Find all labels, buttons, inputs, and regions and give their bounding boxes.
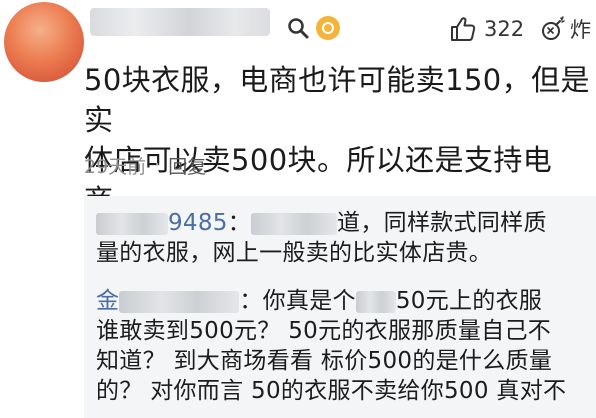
- blurred-name: [119, 290, 240, 313]
- reply-item[interactable]: 9485： 道，同样款式同样质 量的衣服，网上一般卖的比实体店贵。: [96, 208, 596, 268]
- like-button[interactable]: 322: [448, 12, 532, 46]
- avatar[interactable]: [4, 2, 84, 82]
- timestamp: 29天前: [84, 155, 147, 178]
- reply-button[interactable]: 回复: [168, 152, 206, 179]
- blurred-text: [251, 212, 338, 235]
- reply-line: 金 ：你真是个 50元上的衣服: [96, 286, 596, 316]
- comment-card: 322 炸 50块衣服，电商也许可能卖150，但是实 体店可以卖500块。所以还…: [0, 0, 596, 418]
- bomb-button[interactable]: 炸: [540, 12, 596, 46]
- meta-separator: ·: [154, 154, 161, 176]
- comment-meta: 29天前 · 回复: [84, 150, 206, 180]
- reply-line: 9485： 道，同样款式同样质: [96, 208, 596, 238]
- thumbs-up-icon: [451, 17, 476, 41]
- reply-list: 9485： 道，同样款式同样质 量的衣服，网上一般卖的比实体店贵。 金：你真是个 5…: [84, 196, 596, 418]
- reply-text: 50元上的衣服: [395, 288, 543, 314]
- reply-line: 谁敢卖到500元？ 50元的衣服那质量自己不: [96, 318, 552, 344]
- search-badge-icon: [286, 16, 310, 40]
- blurred-name: [96, 212, 168, 235]
- reply-line: 量的衣服，网上一般卖的比实体店贵。: [96, 240, 493, 266]
- comment-line: 50块衣服，电商也许可能卖150，但是实: [84, 63, 590, 137]
- bomb-label: 炸: [570, 18, 591, 42]
- reply-text: 你真是个: [262, 288, 356, 314]
- reply-line: 知道？ 到大商场看看 标价500的是什么质量: [96, 348, 553, 374]
- username-blurred[interactable]: [90, 8, 270, 36]
- reply-colon: ：: [239, 288, 263, 314]
- like-count: 322: [484, 17, 525, 41]
- reply-colon: ：: [227, 210, 252, 236]
- reply-item[interactable]: 金 ：你真是个 50元上的衣服 谁敢卖到500元？ 50元的衣服那质量自己不 知道？…: [96, 286, 596, 406]
- bomb-icon: [542, 16, 565, 40]
- reply-author[interactable]: 9485: [168, 210, 228, 236]
- blurred-text: [355, 290, 396, 313]
- reply-author[interactable]: 金: [96, 288, 119, 314]
- reply-line: 的？ 对你而言 50的衣服不卖给你500 真对不: [96, 378, 567, 404]
- coin-badge-icon: [316, 16, 340, 40]
- reply-text: 道，同样款式同样质: [337, 210, 547, 236]
